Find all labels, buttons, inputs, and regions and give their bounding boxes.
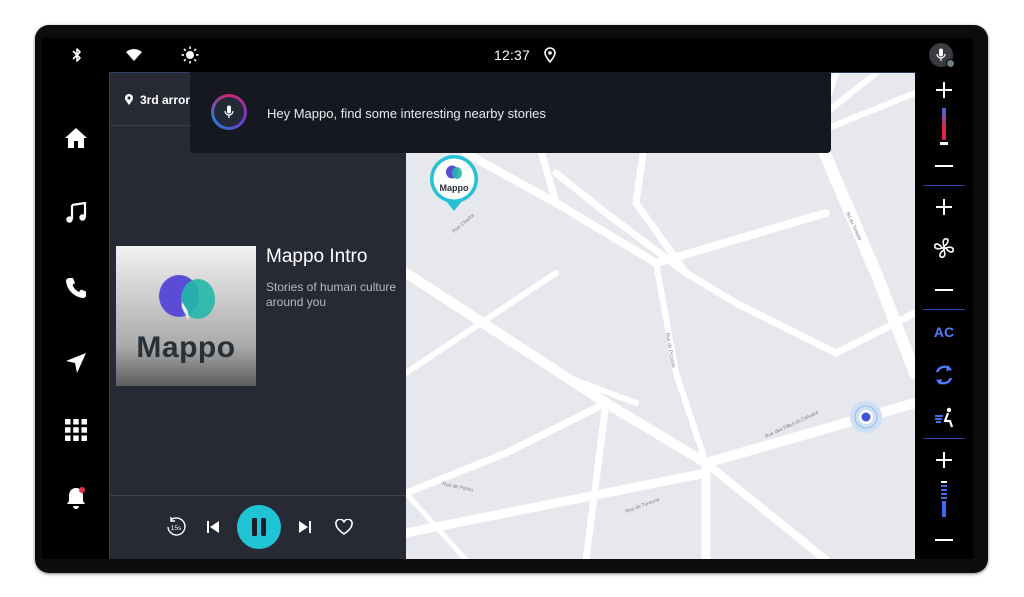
bluetooth-icon[interactable] bbox=[66, 44, 88, 66]
mic-icon bbox=[936, 48, 946, 61]
mic-status-dot bbox=[946, 59, 955, 68]
fan-icon bbox=[930, 234, 958, 262]
ac-button[interactable]: AC bbox=[930, 318, 958, 346]
heat-minus-icon[interactable] bbox=[930, 526, 958, 554]
apps-grid-icon[interactable] bbox=[62, 416, 90, 444]
poi-label: Mappo bbox=[440, 183, 469, 193]
seat-heat-icon bbox=[930, 478, 958, 522]
heart-icon[interactable] bbox=[334, 517, 354, 537]
temp-minus-icon[interactable] bbox=[930, 152, 958, 180]
thermometer-icon bbox=[930, 106, 958, 150]
mic-icon bbox=[224, 105, 234, 118]
clock: 12:37 bbox=[494, 47, 531, 63]
fan-minus-icon[interactable] bbox=[930, 276, 958, 304]
wifi-icon[interactable] bbox=[123, 44, 145, 66]
pause-icon bbox=[252, 518, 266, 536]
street-label-rue-de-turenne: Rue de Turenne bbox=[625, 497, 661, 515]
previous-track-icon[interactable] bbox=[203, 517, 223, 537]
climate-separator bbox=[923, 438, 965, 439]
track-title: Mappo Intro bbox=[266, 246, 368, 267]
next-track-icon[interactable] bbox=[295, 517, 315, 537]
rewind-15-icon[interactable]: 15s bbox=[165, 516, 187, 538]
ac-label: AC bbox=[933, 324, 955, 340]
voice-assistant-button[interactable] bbox=[929, 43, 955, 68]
seat-airflow-icon[interactable] bbox=[930, 404, 958, 432]
album-art: Mappo bbox=[116, 246, 256, 386]
mappo-poi-marker[interactable]: Mappo bbox=[430, 155, 478, 211]
music-icon[interactable] bbox=[62, 199, 90, 227]
street-label-rue-de-poitou: Rue de Poitou bbox=[442, 481, 474, 494]
street-label-rue-charlot: Rue Charlot bbox=[451, 212, 476, 234]
pause-button[interactable] bbox=[237, 505, 281, 549]
location-pin-icon bbox=[125, 94, 133, 105]
voice-transcript: Hey Mappo, find some interesting nearby … bbox=[267, 106, 546, 121]
playback-controls: 15s bbox=[110, 495, 406, 559]
left-nav-rail bbox=[42, 72, 109, 559]
infotainment-screen: 12:37 3rd arrondiss bbox=[42, 38, 973, 559]
temp-plus-icon[interactable] bbox=[930, 76, 958, 104]
fan-plus-icon[interactable] bbox=[930, 193, 958, 221]
climate-rail: AC bbox=[915, 72, 973, 559]
status-bar: 12:37 bbox=[42, 38, 973, 72]
location-icon bbox=[539, 44, 561, 66]
climate-separator bbox=[923, 309, 965, 310]
track-subtitle: Stories of human culture around you bbox=[266, 280, 397, 309]
voice-mic-indicator[interactable] bbox=[211, 94, 247, 130]
navigation-icon[interactable] bbox=[62, 349, 90, 377]
notifications-icon[interactable] bbox=[62, 484, 90, 512]
mappo-logo-icon bbox=[159, 275, 215, 320]
recirculate-icon[interactable] bbox=[930, 361, 958, 389]
album-art-text: Mappo bbox=[136, 331, 236, 364]
voice-assistant-banner: Hey Mappo, find some interesting nearby … bbox=[190, 72, 831, 153]
current-location-marker bbox=[850, 401, 882, 433]
climate-separator bbox=[923, 185, 965, 186]
home-icon[interactable] bbox=[62, 124, 90, 152]
heat-plus-icon[interactable] bbox=[930, 446, 958, 474]
phone-icon[interactable] bbox=[62, 274, 90, 302]
rewind-label: 15s bbox=[171, 525, 182, 532]
brightness-icon[interactable] bbox=[179, 44, 201, 66]
